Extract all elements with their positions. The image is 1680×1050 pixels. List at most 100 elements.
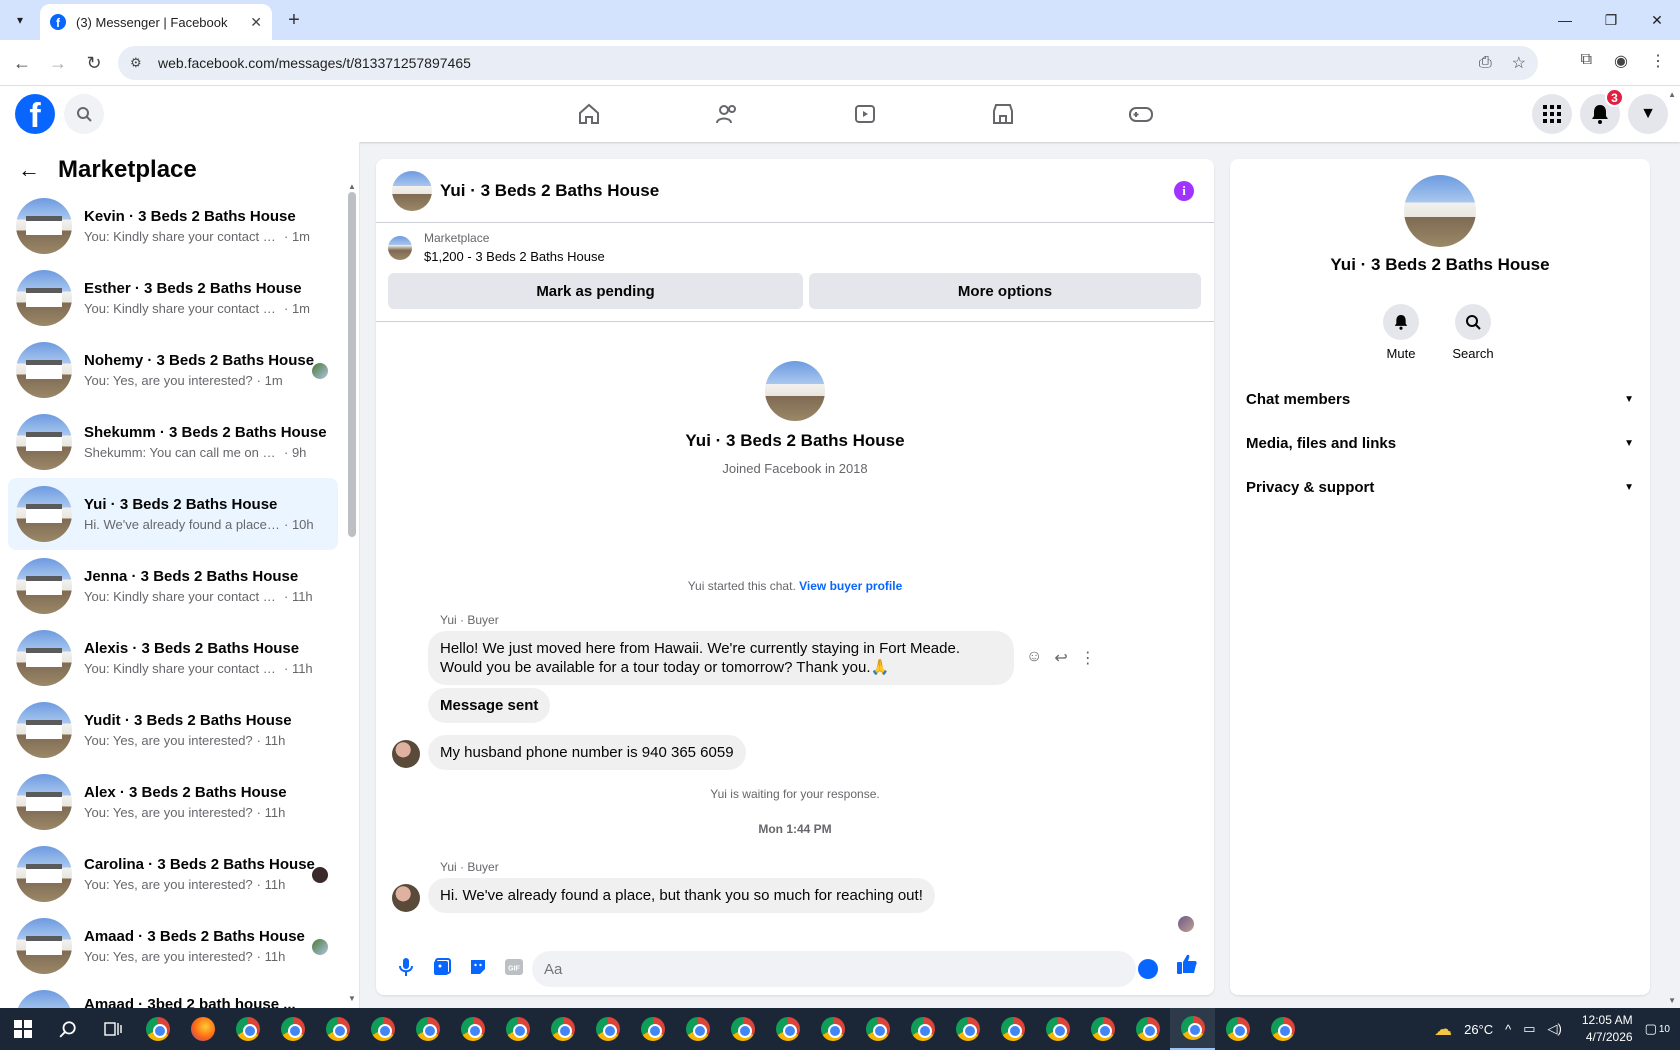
gif-icon[interactable]: GIF [496, 949, 532, 985]
chat-avatar[interactable] [392, 170, 432, 211]
restore-icon[interactable]: ❐ [1588, 0, 1634, 40]
chat-title[interactable]: Yui · 3 Beds 2 Baths House [440, 181, 659, 201]
chevron-up-icon[interactable]: ^ [1505, 1022, 1511, 1037]
chrome-taskbar-icon[interactable] [1260, 1008, 1305, 1050]
reload-icon[interactable]: ↻ [82, 51, 106, 75]
chrome-taskbar-icon[interactable] [270, 1008, 315, 1050]
scroll-down-arrow-icon[interactable]: ▼ [348, 994, 356, 1003]
network-icon[interactable]: ▭ [1523, 1021, 1535, 1037]
chrome-taskbar-icon[interactable] [450, 1008, 495, 1050]
chrome-taskbar-icon[interactable] [765, 1008, 810, 1050]
message-input[interactable] [532, 951, 1136, 987]
back-icon[interactable]: ← [10, 51, 34, 75]
conversation-item[interactable]: Kevin · 3 Beds 2 Baths House You: Kindly… [8, 190, 338, 262]
conversation-item[interactable]: Yudit · 3 Beds 2 Baths House You: Yes, a… [8, 694, 338, 766]
chrome-taskbar-icon[interactable] [540, 1008, 585, 1050]
page-scroll-down-icon[interactable]: ▼ [1668, 996, 1676, 1005]
home-icon[interactable] [520, 86, 658, 142]
video-icon[interactable] [796, 86, 934, 142]
install-app-icon[interactable]: ⎙ [1479, 54, 1492, 72]
message-bubble[interactable]: Hi. We've already found a place, but tha… [428, 878, 935, 913]
microphone-icon[interactable] [388, 949, 424, 985]
chrome-taskbar-icon[interactable] [945, 1008, 990, 1050]
chrome-taskbar-icon[interactable] [1035, 1008, 1080, 1050]
conversation-item[interactable]: Alexis · 3 Beds 2 Baths House You: Kindl… [8, 622, 338, 694]
conversation-item-active[interactable]: Yui · 3 Beds 2 Baths House Hi. We've alr… [8, 478, 338, 550]
facebook-logo-icon[interactable]: f [15, 94, 55, 134]
account-menu-icon[interactable]: ▼ [1628, 94, 1668, 134]
windows-start-icon[interactable] [0, 1008, 45, 1050]
firefox-taskbar-icon[interactable] [180, 1008, 225, 1050]
close-tab-icon[interactable]: ✕ [250, 14, 262, 31]
search-conversation-button[interactable]: Search [1443, 304, 1503, 361]
chrome-taskbar-icon-active[interactable] [1170, 1008, 1215, 1050]
chrome-taskbar-icon[interactable] [315, 1008, 360, 1050]
volume-icon[interactable]: ◁) [1548, 1021, 1562, 1037]
scroll-up-arrow-icon[interactable]: ▲ [348, 182, 356, 191]
chat-members-section[interactable]: Chat members ▼ [1246, 379, 1634, 419]
friends-icon[interactable] [658, 86, 796, 142]
forward-icon[interactable]: → [46, 51, 70, 75]
chrome-taskbar-icon[interactable] [900, 1008, 945, 1050]
privacy-support-section[interactable]: Privacy & support ▼ [1246, 467, 1634, 507]
gaming-icon[interactable] [1072, 86, 1210, 142]
photo-icon[interactable] [424, 949, 460, 985]
notifications-bell-icon[interactable]: 3 [1580, 88, 1624, 134]
taskbar-search-icon[interactable] [45, 1008, 90, 1050]
temperature[interactable]: 26°C [1464, 1022, 1493, 1037]
media-files-links-section[interactable]: Media, files and links ▼ [1246, 423, 1634, 463]
notification-center-icon[interactable]: ▢ 10 [1645, 1021, 1670, 1037]
tab-list-icon[interactable]: ▾ [8, 8, 32, 32]
site-info-icon[interactable]: ⚙ [130, 55, 146, 71]
browser-tab[interactable]: f (3) Messenger | Facebook ✕ [40, 4, 272, 40]
close-window-icon[interactable]: ✕ [1634, 0, 1680, 40]
clock[interactable]: 12:05 AM 4/7/2026 [1582, 1012, 1633, 1046]
mute-button[interactable]: Mute [1371, 304, 1431, 361]
mark-as-pending-button[interactable]: Mark as pending [388, 273, 803, 309]
view-buyer-profile-link[interactable]: View buyer profile [799, 579, 902, 593]
message-bubble[interactable]: My husband phone number is 940 365 6059 [428, 735, 746, 770]
more-options-button[interactable]: More options [809, 273, 1201, 309]
page-scroll-up-icon[interactable]: ▲ [1668, 90, 1676, 99]
info-icon[interactable]: i [1174, 181, 1194, 201]
address-bar[interactable]: ⚙ web.facebook.com/messages/t/8133712578… [118, 46, 1538, 80]
like-thumb-icon[interactable] [1176, 953, 1198, 981]
conversation-item[interactable]: Esther · 3 Beds 2 Baths House You: Kindl… [8, 262, 338, 334]
chrome-taskbar-icon[interactable] [225, 1008, 270, 1050]
browser-menu-icon[interactable]: ⋮ [1650, 51, 1666, 71]
conversation-item[interactable]: Shekumm · 3 Beds 2 Baths House Shekumm: … [8, 406, 338, 478]
sidebar-scrollbar[interactable] [348, 192, 356, 537]
chrome-taskbar-icon[interactable] [990, 1008, 1035, 1050]
chrome-taskbar-icon[interactable] [135, 1008, 180, 1050]
sender-avatar[interactable] [392, 884, 420, 912]
chrome-taskbar-icon[interactable] [1080, 1008, 1125, 1050]
chrome-taskbar-icon[interactable] [405, 1008, 450, 1050]
conversation-item[interactable]: Nohemy · 3 Beds 2 Baths House You: Yes, … [8, 334, 338, 406]
menu-grid-icon[interactable] [1532, 94, 1572, 134]
conversation-item[interactable]: Carolina · 3 Beds 2 Baths House You: Yes… [8, 838, 338, 910]
chrome-taskbar-icon[interactable] [720, 1008, 765, 1050]
task-view-icon[interactable] [90, 1008, 135, 1050]
new-tab-icon[interactable]: + [282, 8, 306, 32]
profile-avatar[interactable] [765, 361, 825, 421]
profile-icon[interactable]: ◉ [1614, 51, 1628, 71]
extensions-icon[interactable]: ⧉ [1581, 51, 1592, 71]
chrome-taskbar-icon[interactable] [495, 1008, 540, 1050]
react-emoji-icon[interactable]: ☺ [1026, 648, 1042, 668]
message-bubble[interactable]: Hello! We just moved here from Hawaii. W… [428, 631, 1014, 685]
minimize-icon[interactable]: — [1542, 0, 1588, 40]
search-icon[interactable] [64, 94, 104, 134]
conversation-item[interactable]: Amaad · 3 Beds 2 Baths House You: Yes, a… [8, 910, 338, 982]
conversation-item[interactable]: Alex · 3 Beds 2 Baths House You: Yes, ar… [8, 766, 338, 838]
chrome-taskbar-icon[interactable] [675, 1008, 720, 1050]
emoji-icon[interactable] [1138, 959, 1158, 979]
back-arrow-icon[interactable]: ← [18, 157, 40, 183]
reply-icon[interactable]: ↩ [1054, 648, 1067, 668]
conversation-item[interactable]: Jenna · 3 Beds 2 Baths House You: Kindly… [8, 550, 338, 622]
sender-avatar[interactable] [392, 740, 420, 768]
chrome-taskbar-icon[interactable] [1215, 1008, 1260, 1050]
more-actions-icon[interactable]: ⋮ [1080, 648, 1096, 668]
chrome-taskbar-icon[interactable] [855, 1008, 900, 1050]
chrome-taskbar-icon[interactable] [585, 1008, 630, 1050]
weather-icon[interactable]: ☁ [1434, 1019, 1452, 1040]
